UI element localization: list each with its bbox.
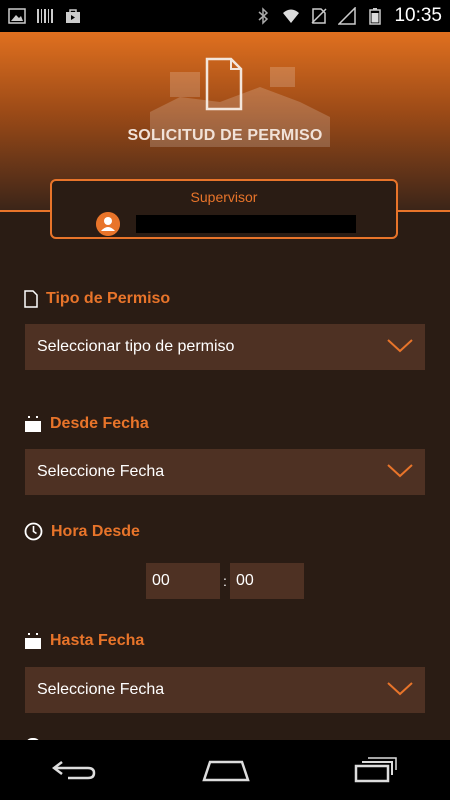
hora-desde-minutes-input[interactable]: 00 [230, 563, 304, 599]
hora-desde-label-text: Hora Desde [51, 522, 140, 540]
desde-fecha-value: Seleccione Fecha [37, 463, 165, 480]
hora-desde-inputs: 00 : 00 [146, 563, 304, 599]
back-icon[interactable] [52, 758, 98, 782]
desde-fecha-label: Desde Fecha [24, 415, 149, 433]
hasta-fecha-label-text: Hasta Fecha [50, 632, 145, 649]
recent-apps-icon[interactable] [354, 757, 398, 783]
clock: 10:35 [394, 5, 442, 26]
bluetooth-icon [258, 7, 269, 25]
signal-icon [338, 7, 357, 25]
desde-fecha-select[interactable]: Seleccione Fecha [25, 449, 425, 495]
picture-icon [8, 8, 26, 24]
status-bar-left [8, 7, 82, 25]
barcode-icon [37, 9, 53, 23]
chevron-down-icon [387, 464, 413, 478]
hasta-fecha-value: Seleccione Fecha [37, 681, 165, 698]
desde-fecha-label-text: Desde Fecha [50, 415, 149, 432]
tipo-permiso-label-text: Tipo de Permiso [46, 290, 171, 307]
clock-icon [24, 522, 43, 541]
hora-desde-hours-input[interactable]: 00 [146, 563, 220, 599]
wifi-icon [283, 9, 300, 23]
tipo-permiso-label: Tipo de Permiso [24, 290, 170, 308]
supervisor-label: Supervisor [190, 189, 258, 205]
bag-icon [66, 9, 80, 23]
navigation-bar [0, 740, 450, 800]
supervisor-name-redacted [136, 215, 356, 233]
chevron-down-icon [387, 339, 413, 353]
tipo-permiso-select[interactable]: Seleccionar tipo de permiso [25, 324, 425, 370]
supervisor-card: Supervisor [50, 179, 398, 239]
page-title: SOLICITUD DE PERMISO [127, 127, 323, 144]
hora-desde-label: Hora Desde [24, 522, 140, 541]
tipo-permiso-value: Seleccionar tipo de permiso [37, 338, 235, 355]
calendar-icon [25, 633, 41, 649]
status-bar: 10:35 [0, 0, 450, 32]
document-small-icon [24, 290, 38, 308]
chevron-down-icon [387, 682, 413, 696]
home-icon[interactable] [202, 758, 250, 782]
battery-icon [369, 8, 382, 25]
document-icon [205, 57, 243, 111]
user-avatar-icon [96, 212, 120, 236]
hasta-fecha-select[interactable]: Seleccione Fecha [25, 667, 425, 713]
status-bar-right: 10:35 [254, 5, 442, 27]
no-sim-icon [311, 8, 327, 24]
hasta-fecha-label: Hasta Fecha [24, 632, 144, 650]
time-separator: : [223, 573, 227, 589]
calendar-icon [25, 416, 41, 432]
